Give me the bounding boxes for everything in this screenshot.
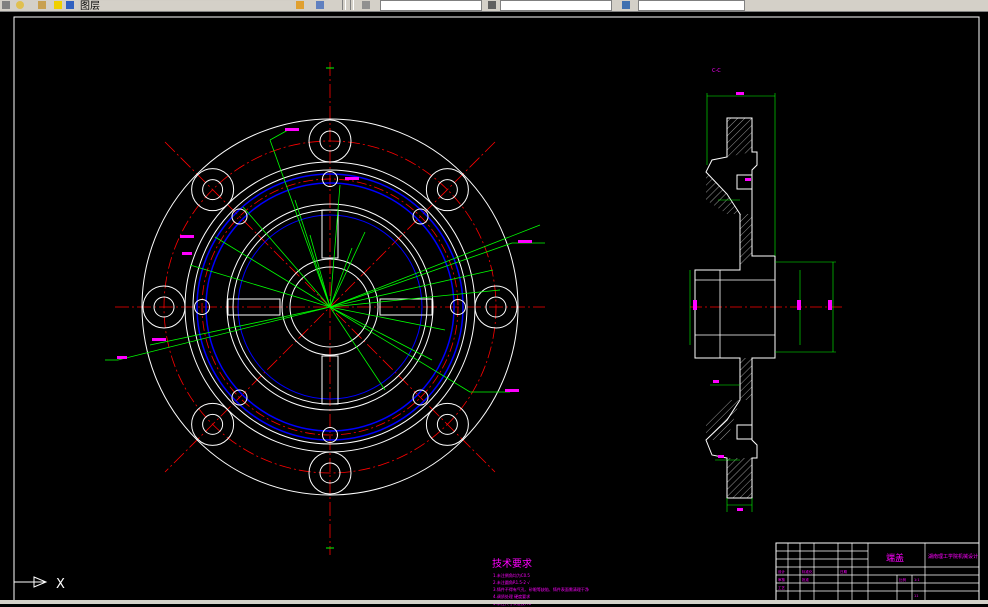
front-view <box>105 62 545 555</box>
tb-cell-5: 批准 <box>802 577 810 582</box>
tb-cell-6: 日期 <box>840 569 848 574</box>
section-label: C-C <box>712 68 721 74</box>
hatch-4 <box>740 358 752 400</box>
lineweight-icon[interactable] <box>622 1 630 9</box>
folder-icon[interactable] <box>38 1 46 9</box>
tb-cell-2: 审核 <box>778 577 786 582</box>
hatch-1 <box>727 118 752 157</box>
section-view: C-C <box>689 68 845 512</box>
layer-state-icon[interactable] <box>316 1 324 9</box>
grid-icon[interactable] <box>2 1 10 9</box>
horizontal-scrollbar[interactable] <box>0 600 988 604</box>
ucs-x-label: X <box>56 577 65 592</box>
drawing-canvas[interactable]: C-C 端盖 湖南理工学院机械设计 设计 审核 工艺 标准化 批准 日期 比例 … <box>0 11 988 606</box>
lock-icon[interactable] <box>66 1 74 9</box>
bulb-icon[interactable] <box>16 1 24 9</box>
tech-line-2: 2.未注圆角R1.5-2 √ <box>493 580 530 585</box>
layer-field[interactable] <box>78 0 295 11</box>
hatch-6 <box>727 458 752 498</box>
tech-requirements-title: 技术要求 <box>492 559 532 570</box>
layer-props-icon[interactable] <box>296 1 304 9</box>
color-icon[interactable] <box>362 1 370 9</box>
tech-line-3: 3.铸件不得有气孔、砂眼等缺陷、铸件表面需清理干净 <box>493 587 589 592</box>
section-dim-labels <box>693 92 832 511</box>
lineweight-dropdown[interactable] <box>638 0 745 11</box>
hatch-5 <box>706 400 740 440</box>
leader-lines <box>105 129 545 393</box>
part-name: 端盖 <box>886 552 904 564</box>
toolbar-separator <box>350 0 354 10</box>
section-dimensions <box>689 93 836 512</box>
linetype-dropdown[interactable] <box>500 0 612 11</box>
linetype-icon[interactable] <box>488 1 496 9</box>
tb-cell-scale: 1:1 <box>914 578 920 582</box>
section-hole-top <box>736 174 753 190</box>
hatch-3 <box>706 172 740 214</box>
drawing-frame <box>13 16 980 603</box>
tb-cell-sheet: 11 <box>914 594 918 598</box>
hatch-2 <box>740 214 752 270</box>
tb-cell-4: 标准化 <box>802 569 813 574</box>
tb-cell-7: 比例 <box>899 577 907 582</box>
title-block: 端盖 湖南理工学院机械设计 设计 审核 工艺 标准化 批准 日期 比例 1:1 … <box>775 542 980 603</box>
school-name: 湖南理工学院机械设计 <box>928 553 978 560</box>
drawing-svg: C-C 端盖 湖南理工学院机械设计 设计 审核 工艺 标准化 批准 日期 比例 … <box>13 16 980 603</box>
tb-cell-3: 工艺 <box>778 585 786 590</box>
ucs-icon: X <box>14 576 65 592</box>
section-hole-bottom <box>736 424 753 440</box>
sun-icon[interactable] <box>54 1 62 9</box>
color-dropdown[interactable] <box>380 0 482 11</box>
tech-line-1: 1.未注倒角均为C0.5 <box>493 573 530 578</box>
tb-cell-1: 设计 <box>778 569 786 574</box>
toolbar-separator <box>342 0 346 10</box>
